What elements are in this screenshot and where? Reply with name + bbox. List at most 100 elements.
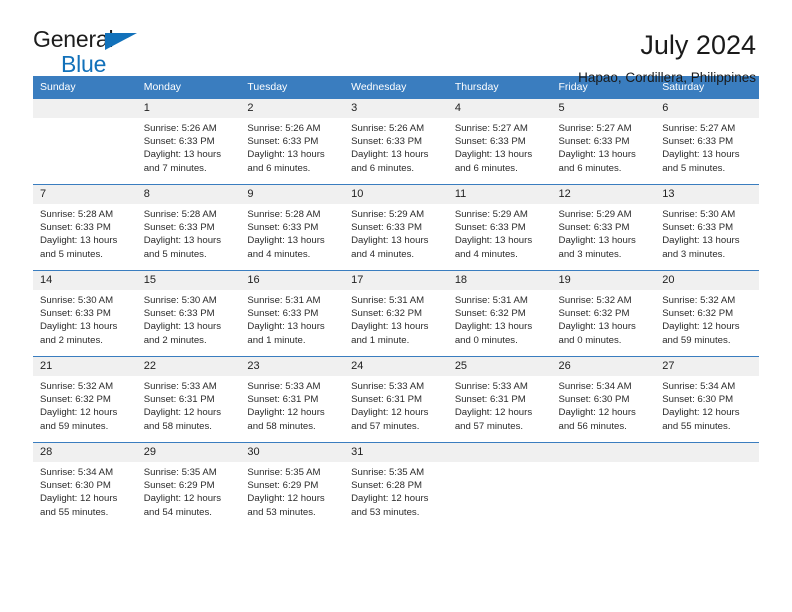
detail-daylight2: and 4 minutes.	[351, 248, 415, 260]
calendar-day-cell[interactable]: 15 Sunrise: 5:30 AM Sunset: 6:33 PM Dayligh…	[136, 270, 241, 357]
day-sun-details: Sunrise: 5:27 AM Sunset: 6:33 PM Daylight:…	[448, 118, 552, 175]
detail-daylight2: and 57 minutes.	[351, 420, 420, 432]
day-cell-inner: 14 Sunrise: 5:30 AM Sunset: 6:33 PM Dayligh…	[33, 271, 137, 356]
detail-sunset: Sunset: 6:33 PM	[143, 136, 215, 148]
calendar-day-cell[interactable]: 19 Sunrise: 5:32 AM Sunset: 6:32 PM Dayligh…	[551, 270, 656, 357]
calendar-day-cell-empty	[551, 442, 656, 531]
detail-daylight1: Daylight: 12 hours	[247, 407, 325, 419]
detail-sunset: Sunset: 6:33 PM	[454, 222, 526, 234]
calendar-day-cell[interactable]: 8 Sunrise: 5:28 AM Sunset: 6:33 PM Daylight…	[136, 184, 241, 271]
detail-daylight2: and 6 minutes.	[454, 162, 518, 174]
calendar-day-cell[interactable]: 1 Sunrise: 5:26 AM Sunset: 6:33 PM Daylight…	[136, 98, 241, 185]
calendar-day-cell[interactable]: 11 Sunrise: 5:29 AM Sunset: 6:33 PM Dayligh…	[447, 184, 552, 271]
calendar-day-cell[interactable]: 22 Sunrise: 5:33 AM Sunset: 6:31 PM Dayligh…	[136, 356, 241, 443]
detail-daylight1: Daylight: 13 hours	[351, 235, 429, 247]
day-cell-inner: 18 Sunrise: 5:31 AM Sunset: 6:32 PM Dayligh…	[447, 271, 552, 356]
general-blue-logo[interactable]: General Blue	[33, 28, 151, 76]
detail-sunrise: Sunrise: 5:34 AM	[662, 381, 736, 392]
page-title: July 2024	[640, 30, 756, 60]
calendar-week-row: 21 Sunrise: 5:32 AM Sunset: 6:32 PM Dayligh…	[33, 356, 759, 443]
calendar-day-cell[interactable]: 20 Sunrise: 5:32 AM Sunset: 6:32 PM Dayligh…	[655, 270, 759, 357]
calendar-day-cell[interactable]: 9 Sunrise: 5:28 AM Sunset: 6:33 PM Daylight…	[240, 184, 345, 271]
day-sun-details: Sunrise: 5:27 AM Sunset: 6:33 PM Daylight:…	[552, 118, 656, 175]
day-number: 24	[344, 357, 448, 376]
detail-daylight1: Daylight: 13 hours	[143, 149, 222, 161]
calendar-day-cell[interactable]: 4 Sunrise: 5:27 AM Sunset: 6:33 PM Daylight…	[447, 98, 552, 185]
day-number: 9	[240, 185, 345, 204]
detail-sunrise: Sunrise: 5:27 AM	[454, 123, 528, 134]
day-number: 16	[240, 271, 345, 290]
day-number: 17	[344, 271, 448, 290]
day-cell-inner: 25 Sunrise: 5:33 AM Sunset: 6:31 PM Dayligh…	[447, 357, 552, 442]
weekday-header-wednesday: Wednesday	[344, 76, 448, 99]
calendar-day-cell[interactable]: 25 Sunrise: 5:33 AM Sunset: 6:31 PM Dayligh…	[447, 356, 552, 443]
calendar-day-cell[interactable]: 24 Sunrise: 5:33 AM Sunset: 6:31 PM Dayligh…	[344, 356, 448, 443]
detail-sunrise: Sunrise: 5:31 AM	[454, 295, 528, 306]
detail-sunrise: Sunrise: 5:34 AM	[558, 381, 632, 392]
detail-sunrise: Sunrise: 5:35 AM	[247, 467, 321, 478]
calendar-day-cell[interactable]: 28 Sunrise: 5:34 AM Sunset: 6:30 PM Dayligh…	[33, 442, 137, 531]
detail-daylight1: Daylight: 13 hours	[558, 149, 636, 161]
calendar-day-cell[interactable]: 13 Sunrise: 5:30 AM Sunset: 6:33 PM Dayligh…	[655, 184, 759, 271]
day-number: 12	[551, 185, 656, 204]
day-sun-details: Sunrise: 5:32 AM Sunset: 6:32 PM Daylight:…	[33, 376, 137, 433]
calendar-day-cell[interactable]: 7 Sunrise: 5:28 AM Sunset: 6:33 PM Daylight…	[33, 184, 137, 271]
detail-sunrise: Sunrise: 5:33 AM	[143, 381, 217, 392]
detail-daylight2: and 7 minutes.	[143, 162, 207, 174]
calendar-day-cell[interactable]: 14 Sunrise: 5:30 AM Sunset: 6:33 PM Dayligh…	[33, 270, 137, 357]
calendar-day-cell[interactable]: 17 Sunrise: 5:31 AM Sunset: 6:32 PM Dayligh…	[344, 270, 448, 357]
day-sun-details: Sunrise: 5:31 AM Sunset: 6:33 PM Daylight:…	[240, 290, 344, 347]
detail-daylight1: Daylight: 12 hours	[351, 493, 429, 505]
day-cell-inner: 4 Sunrise: 5:27 AM Sunset: 6:33 PM Daylight…	[447, 99, 552, 184]
calendar-day-cell[interactable]: 23 Sunrise: 5:33 AM Sunset: 6:31 PM Dayligh…	[240, 356, 345, 443]
day-cell-inner: 2 Sunrise: 5:26 AM Sunset: 6:33 PM Daylight…	[240, 99, 345, 184]
detail-daylight2: and 1 minute.	[247, 334, 306, 346]
detail-sunset: Sunset: 6:29 PM	[143, 480, 215, 492]
calendar-day-cell[interactable]: 5 Sunrise: 5:27 AM Sunset: 6:33 PM Daylight…	[551, 98, 656, 185]
detail-sunrise: Sunrise: 5:30 AM	[40, 295, 114, 306]
day-sun-details: Sunrise: 5:29 AM Sunset: 6:33 PM Daylight:…	[552, 204, 656, 261]
calendar-day-cell[interactable]: 29 Sunrise: 5:35 AM Sunset: 6:29 PM Dayligh…	[136, 442, 241, 531]
day-cell-inner: 15 Sunrise: 5:30 AM Sunset: 6:33 PM Dayligh…	[136, 271, 241, 356]
day-cell-inner: 3 Sunrise: 5:26 AM Sunset: 6:33 PM Daylight…	[344, 99, 448, 184]
detail-sunrise: Sunrise: 5:33 AM	[351, 381, 425, 392]
day-sun-details: Sunrise: 5:26 AM Sunset: 6:33 PM Daylight:…	[344, 118, 448, 175]
day-number: 20	[655, 271, 759, 290]
detail-sunset: Sunset: 6:33 PM	[558, 136, 630, 148]
day-sun-details: Sunrise: 5:31 AM Sunset: 6:32 PM Daylight:…	[448, 290, 552, 347]
day-number: 23	[240, 357, 345, 376]
day-cell-inner	[33, 99, 137, 184]
calendar-day-cell[interactable]: 18 Sunrise: 5:31 AM Sunset: 6:32 PM Dayligh…	[447, 270, 552, 357]
day-number: 5	[551, 99, 656, 118]
detail-sunset: Sunset: 6:31 PM	[247, 394, 319, 406]
calendar-day-cell[interactable]: 26 Sunrise: 5:34 AM Sunset: 6:30 PM Dayligh…	[551, 356, 656, 443]
day-sun-details: Sunrise: 5:28 AM Sunset: 6:33 PM Daylight:…	[33, 204, 137, 261]
calendar-day-cell[interactable]: 3 Sunrise: 5:26 AM Sunset: 6:33 PM Daylight…	[344, 98, 448, 185]
day-cell-inner: 24 Sunrise: 5:33 AM Sunset: 6:31 PM Dayligh…	[344, 357, 448, 442]
calendar-day-cell[interactable]: 12 Sunrise: 5:29 AM Sunset: 6:33 PM Dayligh…	[551, 184, 656, 271]
detail-sunset: Sunset: 6:33 PM	[662, 136, 734, 148]
detail-daylight1: Daylight: 13 hours	[662, 235, 740, 247]
detail-daylight1: Daylight: 13 hours	[558, 321, 636, 333]
day-cell-inner: 30 Sunrise: 5:35 AM Sunset: 6:29 PM Dayligh…	[240, 443, 345, 531]
calendar-day-cell[interactable]: 10 Sunrise: 5:29 AM Sunset: 6:33 PM Dayligh…	[344, 184, 448, 271]
day-number: 29	[136, 443, 241, 462]
detail-daylight1: Daylight: 13 hours	[662, 149, 740, 161]
calendar-week-row: 28 Sunrise: 5:34 AM Sunset: 6:30 PM Dayligh…	[33, 442, 759, 531]
calendar-day-cell[interactable]: 31 Sunrise: 5:35 AM Sunset: 6:28 PM Dayligh…	[344, 442, 448, 531]
detail-sunset: Sunset: 6:33 PM	[454, 136, 526, 148]
day-cell-inner: 23 Sunrise: 5:33 AM Sunset: 6:31 PM Dayligh…	[240, 357, 345, 442]
calendar-day-cell[interactable]: 16 Sunrise: 5:31 AM Sunset: 6:33 PM Dayligh…	[240, 270, 345, 357]
calendar-day-cell[interactable]: 2 Sunrise: 5:26 AM Sunset: 6:33 PM Daylight…	[240, 98, 345, 185]
calendar-day-cell[interactable]: 30 Sunrise: 5:35 AM Sunset: 6:29 PM Dayligh…	[240, 442, 345, 531]
detail-daylight1: Daylight: 13 hours	[351, 321, 429, 333]
day-cell-inner: 6 Sunrise: 5:27 AM Sunset: 6:33 PM Daylight…	[655, 99, 759, 184]
detail-daylight1: Daylight: 12 hours	[247, 493, 325, 505]
detail-daylight1: Daylight: 13 hours	[247, 235, 325, 247]
calendar-day-cell[interactable]: 27 Sunrise: 5:34 AM Sunset: 6:30 PM Dayligh…	[655, 356, 759, 443]
calendar-day-cell[interactable]: 6 Sunrise: 5:27 AM Sunset: 6:33 PM Daylight…	[655, 98, 759, 185]
calendar-day-cell[interactable]: 21 Sunrise: 5:32 AM Sunset: 6:32 PM Dayligh…	[33, 356, 137, 443]
detail-sunset: Sunset: 6:31 PM	[454, 394, 526, 406]
detail-daylight2: and 5 minutes.	[40, 248, 103, 260]
detail-sunrise: Sunrise: 5:29 AM	[454, 209, 528, 220]
